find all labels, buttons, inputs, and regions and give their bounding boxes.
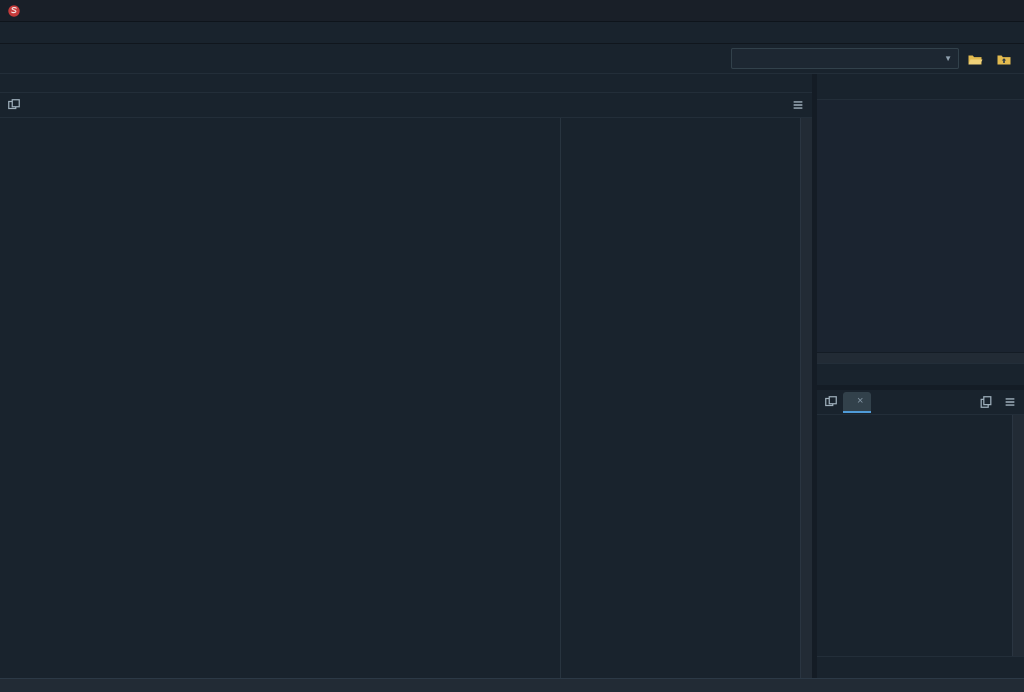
working-directory-toolbar: ▼ (731, 47, 1020, 71)
editor-options-button[interactable] (786, 94, 810, 116)
variable-explorer-panel (817, 74, 1024, 386)
statusbar (0, 678, 1024, 692)
horizontal-scrollbar[interactable] (817, 352, 1024, 363)
editor-tab-bar (0, 93, 812, 118)
copy-button[interactable] (974, 391, 998, 413)
working-directory-combo[interactable]: ▼ (731, 48, 959, 69)
spyder-window: ▼ (0, 0, 1024, 692)
right-bottom-pane-tabs (817, 656, 1024, 678)
main-area: × (0, 74, 1024, 678)
copy-icon (979, 395, 993, 409)
right-panel: × (817, 74, 1024, 678)
editor-pane (0, 74, 812, 678)
variable-explorer-toolbar (817, 74, 1024, 100)
right-top-pane-tabs (817, 363, 1024, 385)
parent-directory-button[interactable] (991, 47, 1017, 71)
console-panel: × (817, 390, 1024, 678)
file-path-breadcrumb (0, 74, 812, 93)
titlebar (0, 0, 1024, 22)
console-tab[interactable]: × (843, 392, 871, 413)
variable-table (817, 100, 1024, 352)
folder-icon (967, 51, 983, 67)
browse-working-dir-button[interactable] (962, 47, 988, 71)
code-lines (0, 118, 800, 678)
chevron-down-icon: ▼ (940, 54, 952, 63)
folder-up-icon (996, 51, 1012, 67)
hamburger-menu-icon (791, 98, 805, 112)
browse-consoles-button[interactable] (819, 391, 843, 413)
console-output[interactable] (817, 415, 1024, 656)
browse-tabs-icon (824, 395, 838, 409)
console-scrollbar[interactable] (1012, 415, 1024, 656)
code-editor[interactable] (0, 118, 812, 678)
console-options-button[interactable] (998, 391, 1022, 413)
spyder-logo-icon (7, 4, 21, 18)
menubar (0, 22, 1024, 44)
main-toolbar: ▼ (0, 44, 1024, 74)
editor-scrollbar[interactable] (800, 118, 812, 678)
browse-tabs-icon (7, 98, 21, 112)
console-lines (823, 417, 1012, 656)
browse-tabs-button[interactable] (2, 94, 26, 116)
hamburger-menu-icon (1003, 395, 1017, 409)
console-tab-bar: × (817, 390, 1024, 415)
close-tab-icon[interactable]: × (857, 395, 863, 407)
